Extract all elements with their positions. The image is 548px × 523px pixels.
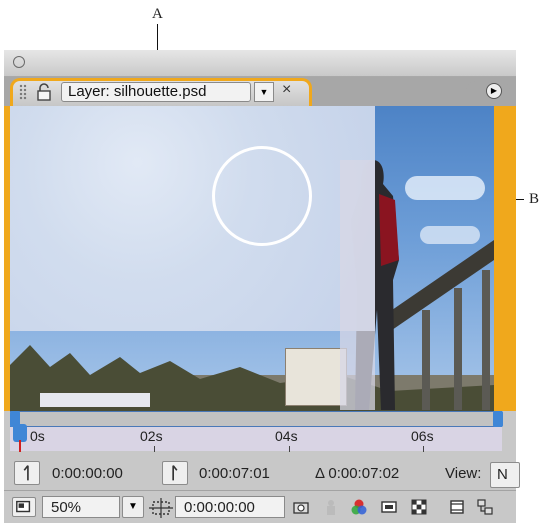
duration-time: Δ 0:00:07:02: [315, 465, 400, 482]
mask-circle[interactable]: [212, 146, 312, 246]
controls-divider: [4, 490, 516, 491]
current-time-value: 0:00:00:00: [184, 499, 255, 516]
composition-icon[interactable]: [448, 498, 466, 516]
view-select[interactable]: N: [490, 462, 520, 488]
tick-0s: 0s: [30, 428, 45, 444]
always-preview-button[interactable]: [12, 497, 36, 517]
time-navigator-bar[interactable]: [10, 411, 502, 427]
overlay-layer: [10, 106, 375, 331]
out-point-icon: [172, 465, 178, 481]
set-out-point-button[interactable]: [162, 461, 188, 485]
region-of-interest-icon[interactable]: [149, 498, 173, 518]
set-in-point-button[interactable]: [14, 461, 40, 485]
layer-dropdown-button[interactable]: ▼: [254, 82, 274, 102]
resolution-icon[interactable]: [380, 498, 398, 516]
show-snapshot-icon[interactable]: [322, 498, 340, 516]
callout-a-label: A: [152, 6, 163, 22]
bridge: [392, 240, 494, 410]
magnification-select[interactable]: 50%: [42, 496, 120, 518]
lock-icon[interactable]: [36, 83, 52, 101]
building: [285, 348, 347, 406]
tick-mark-04s: [289, 446, 290, 452]
magnification-value: 50%: [51, 499, 82, 516]
magnification-dropdown-button[interactable]: ▼: [122, 496, 144, 518]
tick-06s: 06s: [411, 428, 434, 444]
monitor-icon: [16, 500, 31, 513]
window-titlebar: [4, 50, 516, 77]
in-point-time[interactable]: 0:00:00:00: [52, 465, 123, 482]
panel-menu-icon[interactable]: ▶: [486, 83, 502, 99]
tick-mark-02s: [154, 446, 155, 452]
window-close-icon[interactable]: [13, 56, 25, 68]
view-label: View:: [445, 465, 482, 482]
callout-b-label: B: [529, 191, 540, 207]
transparency-grid-icon[interactable]: [410, 498, 428, 516]
view-select-value: N: [497, 466, 508, 483]
channels-rgb-icon[interactable]: [350, 498, 368, 516]
out-point-time[interactable]: 0:00:07:01: [199, 465, 270, 482]
tick-02s: 02s: [140, 428, 163, 444]
close-tab-icon[interactable]: ×: [282, 81, 291, 99]
layer-name: Layer: silhouette.psd: [68, 83, 207, 100]
tick-04s: 04s: [275, 428, 298, 444]
overlay-strip: [340, 160, 375, 410]
flowchart-icon[interactable]: [476, 498, 494, 516]
clouds-right: [405, 176, 485, 200]
current-time-field[interactable]: 0:00:00:00: [175, 496, 285, 518]
playhead-line: [19, 440, 21, 452]
in-point-icon: [23, 465, 29, 481]
chevron-down-icon: ▼: [128, 501, 138, 512]
snapshot-camera-icon[interactable]: [292, 498, 310, 516]
tick-mark-06s: [423, 446, 424, 452]
time-navigator-end-handle[interactable]: [493, 411, 503, 427]
panel-grip-icon[interactable]: [19, 84, 27, 100]
